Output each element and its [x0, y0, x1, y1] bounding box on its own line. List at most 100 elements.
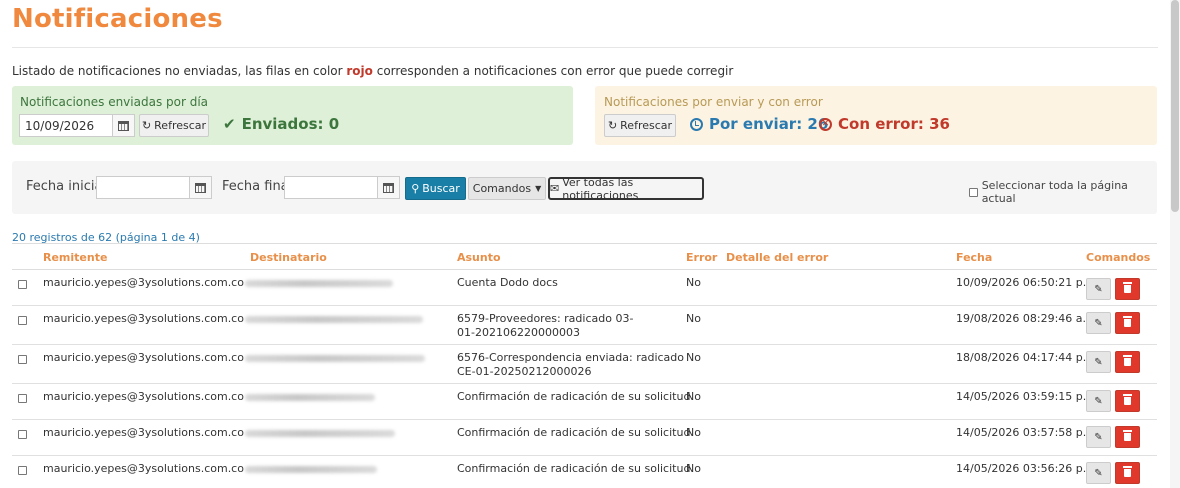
header-sender: Remitente — [43, 251, 108, 264]
delete-button[interactable] — [1115, 312, 1140, 334]
refresh-label: Refrescar — [154, 119, 207, 132]
scrollbar-thumb[interactable] — [1171, 0, 1179, 212]
row-recipient-redacted — [245, 280, 393, 287]
select-all-page[interactable]: Seleccionar toda la página actual — [969, 179, 1157, 205]
row-checkbox[interactable] — [18, 466, 27, 475]
row-date: 10/09/2026 06:50:21 p. m. — [956, 276, 1104, 289]
calendar-icon — [195, 182, 206, 193]
end-date-field[interactable] — [285, 177, 377, 198]
delete-button[interactable] — [1115, 426, 1140, 448]
intro-text: Listado de notificaciones no enviadas, l… — [12, 64, 733, 78]
commands-dropdown[interactable]: Comandos ▼ — [468, 177, 546, 200]
sent-count: ✔ Enviados: 0 — [223, 115, 339, 133]
search-button[interactable]: ⚲ Buscar — [405, 177, 466, 200]
row-recipient-redacted — [245, 466, 377, 473]
end-date-label: Fecha final — [222, 179, 293, 194]
pending-count: Por enviar: 26 — [690, 115, 828, 133]
edit-button[interactable]: ✎ — [1086, 426, 1111, 448]
calendar-button[interactable] — [377, 177, 399, 198]
header-recipient: Destinatario — [250, 251, 327, 264]
trash-icon — [1123, 355, 1132, 366]
row-checkbox[interactable] — [18, 355, 27, 364]
pending-panel-title: Notificaciones por enviar y con error — [604, 95, 823, 109]
row-sender: mauricio.yepes@3ysolutions.com.co — [43, 390, 244, 403]
search-icon: ⚲ — [411, 182, 420, 195]
header-error: Error — [686, 251, 718, 264]
row-subject: Cuenta Dodo docs — [457, 276, 558, 289]
calendar-button[interactable] — [112, 115, 134, 136]
edit-button[interactable]: ✎ — [1086, 312, 1111, 334]
row-sender: mauricio.yepes@3ysolutions.com.co — [43, 351, 244, 364]
row-error: No — [686, 312, 701, 325]
table-row[interactable]: mauricio.yepes@3ysolutions.com.co 6579-P… — [12, 306, 1157, 345]
edit-button[interactable]: ✎ — [1086, 390, 1111, 412]
pending-panel: Notificaciones por enviar y con error ↻ … — [595, 86, 1157, 145]
calendar-icon — [383, 182, 394, 193]
row-subject: Confirmación de radicación de su solicit… — [457, 426, 691, 439]
row-subject: Confirmación de radicación de su solicit… — [457, 462, 691, 475]
row-date: 14/05/2026 03:56:26 p. m. — [956, 462, 1104, 475]
end-date-input[interactable] — [284, 176, 400, 199]
start-date-field[interactable] — [97, 177, 189, 198]
row-sender: mauricio.yepes@3ysolutions.com.co — [43, 426, 244, 439]
row-error: No — [686, 426, 701, 439]
row-checkbox[interactable] — [18, 280, 27, 289]
pending-count-label: Por enviar: 26 — [709, 115, 829, 133]
header-commands: Comandos — [1086, 251, 1151, 264]
commands-label: Comandos — [472, 182, 532, 195]
table-header: Remitente Destinatario Asunto Error Deta… — [12, 243, 1157, 270]
page-title: Notificaciones — [12, 4, 223, 34]
intro-text-part: Listado de notificaciones no enviadas, l… — [12, 64, 347, 78]
times-circle-icon: ✕ — [819, 117, 832, 131]
start-date-input[interactable] — [96, 176, 212, 199]
edit-button[interactable]: ✎ — [1086, 278, 1111, 300]
filter-bar: Fecha inicial Fecha final ⚲ Buscar Coman… — [12, 161, 1157, 214]
intro-red-word: rojo — [346, 64, 373, 78]
header-error-detail: Detalle del error — [726, 251, 829, 264]
row-checkbox[interactable] — [18, 430, 27, 439]
caret-down-icon: ▼ — [535, 184, 542, 193]
delete-button[interactable] — [1115, 462, 1140, 484]
row-checkbox[interactable] — [18, 316, 27, 325]
refresh-icon: ↻ — [141, 119, 152, 132]
table-row[interactable]: mauricio.yepes@3ysolutions.com.co Confir… — [12, 420, 1157, 456]
sent-panel-title: Notificaciones enviadas por día — [20, 95, 209, 109]
edit-button[interactable]: ✎ — [1086, 351, 1111, 373]
delete-button[interactable] — [1115, 278, 1140, 300]
row-recipient-redacted — [245, 430, 395, 437]
row-subject: Confirmación de radicación de su solicit… — [457, 390, 691, 403]
row-checkbox[interactable] — [18, 394, 27, 403]
trash-icon — [1123, 466, 1132, 477]
table-row[interactable]: mauricio.yepes@3ysolutions.com.co Confir… — [12, 384, 1157, 420]
row-date: 19/08/2026 08:29:46 a. m. — [956, 312, 1104, 325]
delete-button[interactable] — [1115, 351, 1140, 373]
calendar-icon — [118, 120, 129, 131]
trash-icon — [1123, 316, 1132, 327]
refresh-label: Refrescar — [620, 119, 673, 132]
edit-icon: ✎ — [1094, 356, 1103, 368]
trash-icon — [1123, 394, 1132, 405]
row-date: 18/08/2026 04:17:44 p. m. — [956, 351, 1104, 364]
table-row[interactable]: mauricio.yepes@3ysolutions.com.co Confir… — [12, 456, 1157, 488]
table-row[interactable]: mauricio.yepes@3ysolutions.com.co 6576-C… — [12, 345, 1157, 384]
header-subject: Asunto — [457, 251, 501, 264]
table-row[interactable]: mauricio.yepes@3ysolutions.com.co Cuenta… — [12, 270, 1157, 306]
delete-button[interactable] — [1115, 390, 1140, 412]
sent-date-value[interactable]: 10/09/2026 — [20, 119, 112, 133]
edit-icon: ✎ — [1094, 283, 1103, 295]
row-sender: mauricio.yepes@3ysolutions.com.co — [43, 312, 244, 325]
pending-refresh-button[interactable]: ↻ Refrescar — [604, 114, 676, 137]
select-all-label: Seleccionar toda la página actual — [981, 179, 1128, 205]
sent-date-input[interactable]: 10/09/2026 — [19, 114, 135, 137]
select-all-checkbox[interactable] — [969, 187, 978, 197]
sent-refresh-button[interactable]: ↻ Refrescar — [139, 114, 209, 137]
edit-icon: ✎ — [1094, 467, 1103, 479]
row-error: No — [686, 276, 701, 289]
edit-button[interactable]: ✎ — [1086, 462, 1111, 484]
vertical-scrollbar[interactable] — [1170, 0, 1180, 488]
view-all-notifications-button[interactable]: ✉ Ver todas las notificaciones — [548, 176, 704, 202]
sent-per-day-panel: Notificaciones enviadas por día 10/09/20… — [12, 86, 573, 145]
row-recipient-redacted — [245, 355, 425, 362]
calendar-button[interactable] — [189, 177, 211, 198]
start-date-label: Fecha inicial — [26, 179, 107, 194]
